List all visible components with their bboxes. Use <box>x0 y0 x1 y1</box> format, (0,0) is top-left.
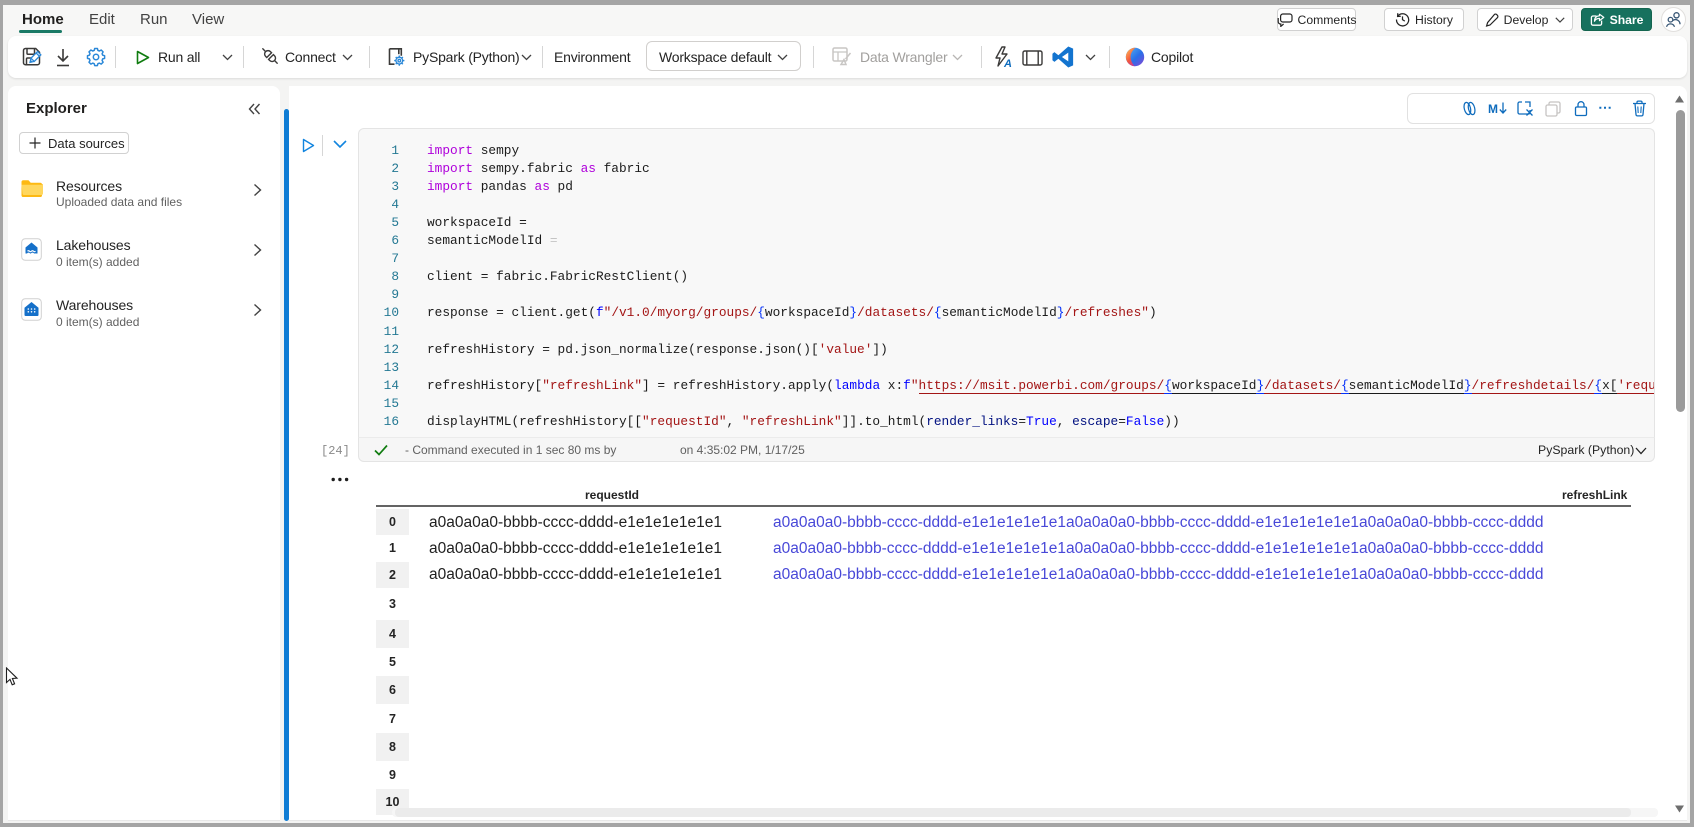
svg-text:A: A <box>1003 58 1012 69</box>
